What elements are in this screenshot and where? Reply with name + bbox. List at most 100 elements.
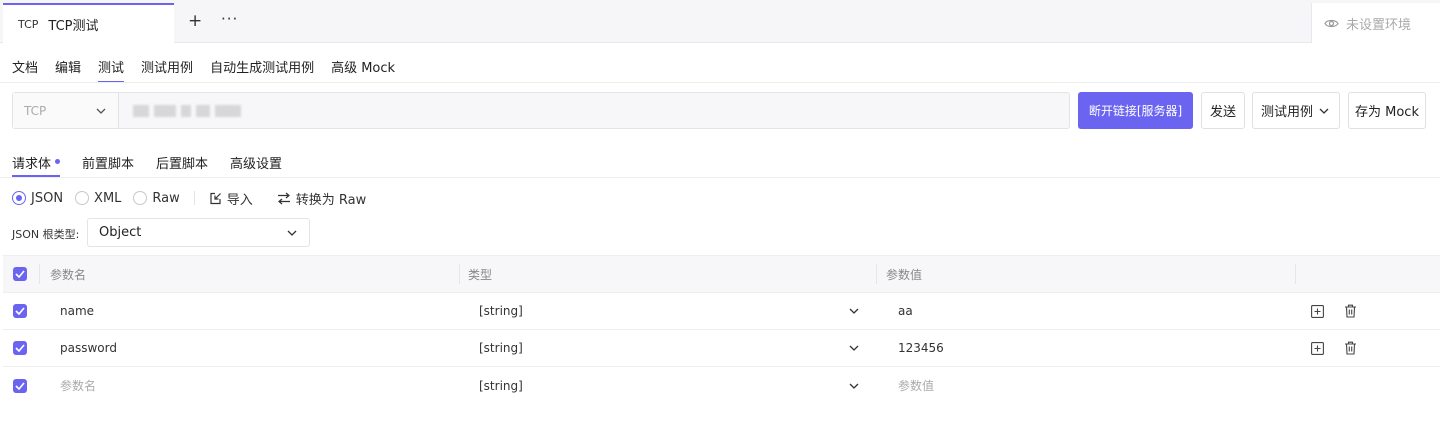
- tab-pre-script-label: 前置脚本: [82, 157, 135, 172]
- tab-protocol: TCP: [18, 17, 39, 31]
- divider: [193, 191, 195, 205]
- sub-navigation: 文档 编辑 测试 测试用例 自动生成测试用例 高级 Mock: [12, 57, 412, 83]
- convert-label: 转换为 Raw: [295, 192, 367, 208]
- format-raw-label: Raw: [152, 190, 180, 206]
- save-as-mock-button[interactable]: 存为 Mock: [1348, 92, 1426, 129]
- tab-request-body-label: 请求体: [12, 157, 52, 172]
- add-row-button[interactable]: [1309, 293, 1325, 329]
- add-row-button[interactable]: [1309, 330, 1325, 366]
- root-type-label: JSON 根类型:: [12, 228, 80, 241]
- format-xml-radio[interactable]: XML: [75, 191, 121, 206]
- tab-request-body[interactable]: 请求体: [12, 153, 61, 177]
- subnav-auto-generate[interactable]: 自动生成测试用例: [210, 57, 314, 83]
- param-type-select[interactable]: [string]: [479, 293, 859, 329]
- param-value-input[interactable]: 123456: [898, 330, 944, 366]
- import-label: 导入: [226, 192, 253, 208]
- eye-icon: [1324, 19, 1339, 27]
- header-param-name: 参数名: [50, 267, 87, 282]
- column-divider: [39, 264, 40, 284]
- column-divider: [876, 264, 877, 284]
- subnav-test[interactable]: 测试: [98, 57, 125, 83]
- divider: [0, 177, 1440, 178]
- body-tabs: 请求体 前置脚本 后置脚本 高级设置: [12, 153, 304, 177]
- modified-dot: [55, 159, 61, 164]
- param-value-input[interactable]: aa: [898, 293, 913, 329]
- convert-icon: [277, 192, 290, 204]
- convert-to-raw-button[interactable]: 转换为 Raw: [277, 189, 366, 208]
- param-name-input[interactable]: password: [60, 330, 117, 366]
- table-row-new: 参数名 [string] 参数值: [3, 367, 1440, 404]
- param-name-input[interactable]: 参数名: [60, 367, 96, 404]
- param-type-select[interactable]: [string]: [479, 367, 859, 404]
- import-button[interactable]: 导入: [209, 189, 253, 208]
- param-value-input[interactable]: 参数值: [898, 367, 934, 404]
- row-checkbox[interactable]: [13, 330, 27, 366]
- tab-pre-script[interactable]: 前置脚本: [82, 153, 134, 177]
- header-value: 参数值: [886, 267, 923, 282]
- more-icon[interactable]: ···: [221, 10, 238, 28]
- method-select[interactable]: TCP: [13, 93, 119, 128]
- method-value: TCP: [24, 103, 47, 118]
- subnav-doc[interactable]: 文档: [12, 57, 38, 83]
- environment-label: 未设置环境: [1346, 17, 1412, 33]
- add-row-icon: [1309, 303, 1325, 319]
- plus-icon[interactable]: +: [188, 12, 202, 30]
- chevron-down-icon: [849, 345, 859, 351]
- disconnect-button[interactable]: 断开链接[服务器]: [1078, 92, 1193, 129]
- check-icon: [13, 304, 27, 318]
- subnav-advanced-mock[interactable]: 高级 Mock: [331, 57, 395, 83]
- tab-post-script[interactable]: 后置脚本: [156, 153, 208, 177]
- param-type-value: [string]: [479, 304, 523, 318]
- format-row: JSON XML Raw 导入 转换为 Raw: [12, 189, 390, 208]
- delete-row-button[interactable]: [1342, 293, 1358, 329]
- check-icon: [13, 341, 27, 355]
- param-type-select[interactable]: [string]: [479, 330, 859, 366]
- redacted-url: [181, 104, 191, 117]
- root-type-value: Object: [99, 225, 142, 240]
- trash-icon: [1342, 340, 1358, 356]
- redacted-url: [196, 104, 210, 117]
- row-checkbox[interactable]: [13, 293, 27, 329]
- tab-tcp-test[interactable]: TCP TCP测试: [3, 3, 174, 43]
- radio-indicator: [12, 191, 26, 205]
- redacted-url: [215, 104, 241, 117]
- environment-selector[interactable]: 未设置环境: [1311, 3, 1440, 43]
- format-json-radio[interactable]: JSON: [12, 191, 63, 206]
- tab-advanced-settings-label: 高级设置: [230, 157, 283, 172]
- root-type-select[interactable]: Object: [87, 218, 310, 247]
- chevron-down-icon: [96, 108, 106, 114]
- params-table: 参数名 类型 参数值 name [string] aa password [st…: [3, 255, 1440, 404]
- param-type-value: [string]: [479, 378, 523, 393]
- tab-post-script-label: 后置脚本: [156, 157, 209, 172]
- request-line: TCP: [12, 92, 1070, 129]
- param-name-input[interactable]: name: [60, 293, 94, 329]
- divider: [0, 82, 1440, 83]
- delete-row-button[interactable]: [1342, 330, 1358, 366]
- tab-title: TCP测试: [48, 18, 99, 34]
- testcase-label: 测试用例: [1261, 105, 1314, 120]
- chevron-down-icon: [287, 230, 297, 236]
- header-type: 类型: [468, 267, 493, 282]
- check-icon: [13, 378, 27, 393]
- subnav-edit[interactable]: 编辑: [55, 57, 81, 83]
- chevron-down-icon: [849, 383, 859, 389]
- row-checkbox[interactable]: [13, 367, 27, 404]
- column-divider: [1295, 264, 1296, 284]
- url-input[interactable]: [119, 93, 1069, 128]
- redacted-url: [133, 104, 149, 117]
- redacted-url: [154, 104, 176, 117]
- select-all-checkbox[interactable]: [13, 256, 27, 292]
- chevron-down-icon: [1319, 108, 1329, 114]
- format-raw-radio[interactable]: Raw: [133, 190, 180, 206]
- tab-bar: TCP TCP测试 + ··· 未设置环境: [0, 0, 1440, 43]
- column-divider: [459, 264, 460, 284]
- check-icon: [13, 267, 27, 281]
- subnav-testcases[interactable]: 测试用例: [141, 57, 193, 83]
- testcase-dropdown[interactable]: 测试用例: [1252, 92, 1340, 129]
- import-icon: [210, 192, 221, 204]
- send-button[interactable]: 发送: [1201, 92, 1245, 129]
- table-row: name [string] aa: [3, 293, 1440, 330]
- tab-advanced-settings[interactable]: 高级设置: [230, 153, 282, 177]
- param-type-value: [string]: [479, 341, 523, 355]
- add-row-icon: [1309, 340, 1325, 356]
